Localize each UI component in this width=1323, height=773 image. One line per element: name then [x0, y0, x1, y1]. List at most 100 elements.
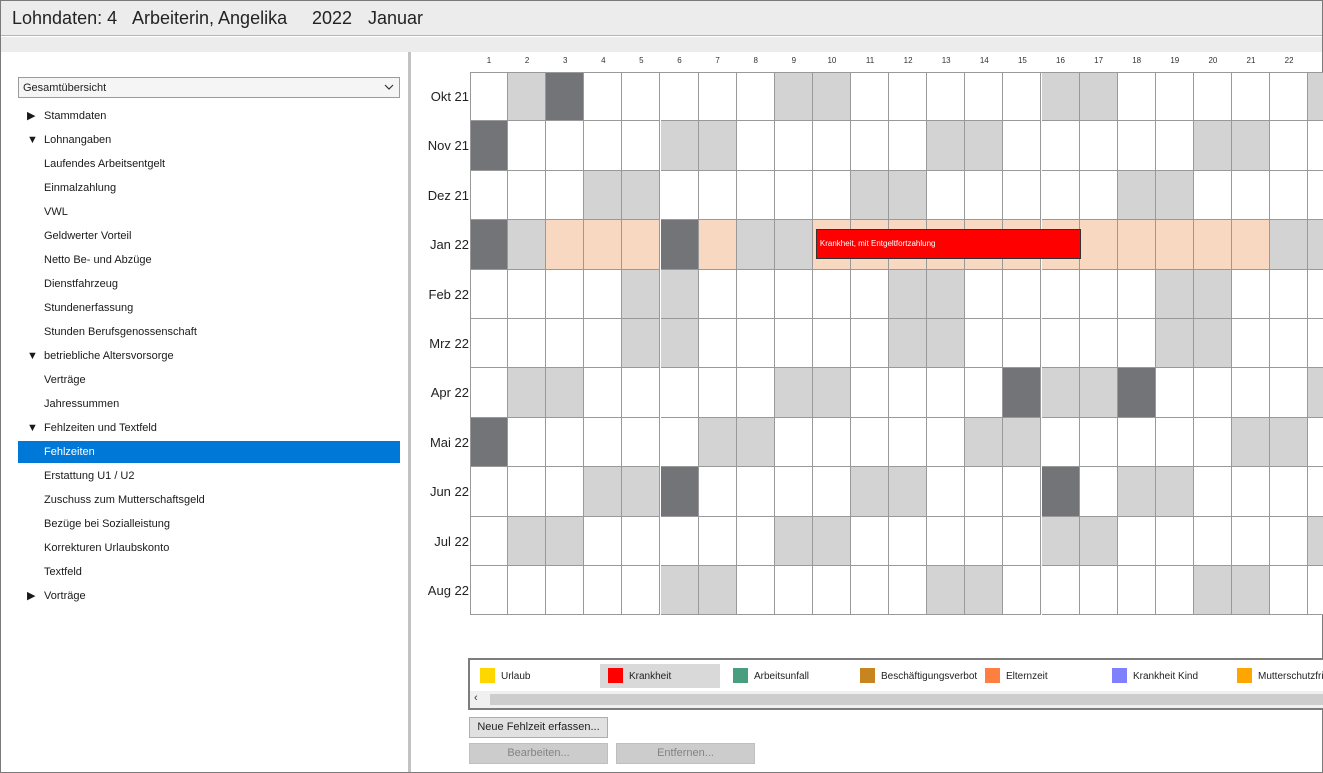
calendar-day-cell[interactable]: [470, 417, 509, 468]
tree-item[interactable]: Erstattung U1 / U2: [18, 465, 400, 487]
calendar-day-cell[interactable]: [1117, 516, 1156, 566]
calendar-day-cell[interactable]: [965, 566, 1004, 616]
calendar-day-cell[interactable]: [1079, 170, 1118, 221]
calendar-day-cell[interactable]: [470, 516, 509, 566]
calendar-day-cell[interactable]: [774, 516, 813, 566]
calendar-day-cell[interactable]: [1003, 319, 1042, 369]
calendar-day-cell[interactable]: [1308, 220, 1323, 270]
tree-item[interactable]: Dienstfahrzeug: [18, 273, 400, 295]
calendar-day-cell[interactable]: [812, 269, 851, 319]
calendar-day-cell[interactable]: [546, 269, 585, 319]
edit-button[interactable]: Bearbeiten...: [469, 743, 608, 764]
calendar-day-cell[interactable]: [1117, 170, 1156, 221]
calendar-day-cell[interactable]: [698, 269, 737, 319]
calendar-day-cell[interactable]: [774, 220, 813, 270]
calendar-day-cell[interactable]: [698, 368, 737, 418]
scroll-thumb[interactable]: [490, 694, 1323, 705]
tree-item[interactable]: VWL: [18, 201, 400, 223]
calendar-day-cell[interactable]: [546, 72, 585, 122]
calendar-day-cell[interactable]: [1232, 121, 1271, 171]
calendar-day-cell[interactable]: [1193, 72, 1232, 122]
calendar-day-cell[interactable]: [1003, 467, 1042, 517]
calendar-day-cell[interactable]: [546, 467, 585, 517]
calendar-day-cell[interactable]: [698, 467, 737, 517]
calendar-day-cell[interactable]: [584, 368, 623, 418]
calendar-day-cell[interactable]: [470, 170, 509, 221]
calendar-day-cell[interactable]: [470, 467, 509, 517]
calendar-day-cell[interactable]: [660, 516, 699, 566]
calendar-day-cell[interactable]: [1308, 516, 1323, 566]
calendar-day-cell[interactable]: [812, 417, 851, 468]
calendar-day-cell[interactable]: [1270, 417, 1309, 468]
tree-item[interactable]: Jahressummen: [18, 393, 400, 415]
calendar-day-cell[interactable]: [1003, 516, 1042, 566]
calendar-day-cell[interactable]: [1003, 417, 1042, 468]
calendar-day-cell[interactable]: [546, 417, 585, 468]
calendar-day-cell[interactable]: [889, 121, 928, 171]
calendar-day-cell[interactable]: [1308, 417, 1323, 468]
calendar-day-cell[interactable]: [1041, 319, 1080, 369]
remove-button[interactable]: Entfernen...: [616, 743, 755, 764]
calendar-day-cell[interactable]: [508, 72, 547, 122]
calendar-day-cell[interactable]: [889, 516, 928, 566]
calendar-day-cell[interactable]: [736, 319, 775, 369]
calendar-day-cell[interactable]: [584, 72, 623, 122]
expand-arrow-open-icon[interactable]: ▼: [27, 417, 39, 439]
tree-item[interactable]: Verträge: [18, 369, 400, 391]
calendar-day-cell[interactable]: [1003, 566, 1042, 616]
tree-item[interactable]: Laufendes Arbeitsentgelt: [18, 153, 400, 175]
calendar-day-cell[interactable]: [851, 417, 890, 468]
calendar-day-cell[interactable]: [965, 269, 1004, 319]
calendar-day-cell[interactable]: [1155, 467, 1194, 517]
calendar-day-cell[interactable]: [508, 319, 547, 369]
calendar-day-cell[interactable]: [546, 121, 585, 171]
calendar-day-cell[interactable]: [660, 220, 699, 270]
calendar-day-cell[interactable]: [698, 516, 737, 566]
calendar-day-cell[interactable]: [660, 170, 699, 221]
legend-item[interactable]: Urlaub: [472, 664, 592, 688]
legend-item[interactable]: Krankheit: [600, 664, 720, 688]
calendar-day-cell[interactable]: [508, 220, 547, 270]
calendar-day-cell[interactable]: [584, 269, 623, 319]
calendar-day-cell[interactable]: [1041, 368, 1080, 418]
calendar-day-cell[interactable]: [965, 516, 1004, 566]
calendar-day-cell[interactable]: [660, 566, 699, 616]
calendar-day-cell[interactable]: [812, 467, 851, 517]
calendar-day-cell[interactable]: [851, 566, 890, 616]
calendar-day-cell[interactable]: [812, 72, 851, 122]
calendar-day-cell[interactable]: [1193, 467, 1232, 517]
calendar-day-cell[interactable]: [698, 170, 737, 221]
calendar-day-cell[interactable]: [1041, 121, 1080, 171]
calendar-day-cell[interactable]: [584, 417, 623, 468]
calendar-day-cell[interactable]: [1117, 368, 1156, 418]
calendar-day-cell[interactable]: [774, 319, 813, 369]
calendar-day-cell[interactable]: [1270, 220, 1309, 270]
calendar-day-cell[interactable]: [965, 368, 1004, 418]
calendar-day-cell[interactable]: [1308, 269, 1323, 319]
calendar-day-cell[interactable]: [1003, 121, 1042, 171]
calendar-day-cell[interactable]: [812, 566, 851, 616]
calendar-day-cell[interactable]: [1232, 170, 1271, 221]
calendar-day-cell[interactable]: [736, 566, 775, 616]
calendar-day-cell[interactable]: [508, 467, 547, 517]
calendar-day-cell[interactable]: [1155, 417, 1194, 468]
calendar-day-cell[interactable]: [965, 170, 1004, 221]
calendar-day-cell[interactable]: [965, 121, 1004, 171]
calendar-day-cell[interactable]: [851, 516, 890, 566]
calendar-day-cell[interactable]: [851, 121, 890, 171]
calendar-day-cell[interactable]: [1270, 516, 1309, 566]
calendar-day-cell[interactable]: [622, 72, 661, 122]
calendar-day-cell[interactable]: [546, 566, 585, 616]
calendar-day-cell[interactable]: [889, 269, 928, 319]
tree-item[interactable]: Einmalzahlung: [18, 177, 400, 199]
calendar-day-cell[interactable]: [1193, 220, 1232, 270]
calendar-day-cell[interactable]: [508, 417, 547, 468]
calendar-day-cell[interactable]: [698, 72, 737, 122]
calendar-day-cell[interactable]: [927, 72, 966, 122]
calendar-day-cell[interactable]: [470, 121, 509, 171]
calendar-day-cell[interactable]: [736, 467, 775, 517]
calendar-day-cell[interactable]: [1079, 566, 1118, 616]
tree-item[interactable]: Geldwerter Vorteil: [18, 225, 400, 247]
calendar-day-cell[interactable]: [622, 368, 661, 418]
calendar-day-cell[interactable]: [1193, 566, 1232, 616]
